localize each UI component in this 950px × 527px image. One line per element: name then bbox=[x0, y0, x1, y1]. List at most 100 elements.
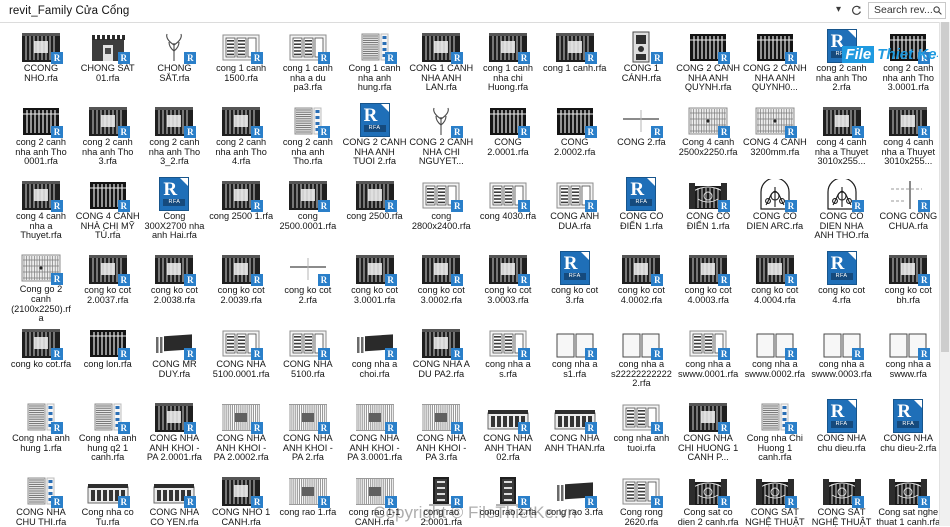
file-item[interactable]: RCỔNG CO DIEN ARC.rfa bbox=[742, 175, 808, 249]
file-item[interactable]: RCỔNG SẮT NGHỆ THUẬT 1 canh moi... bbox=[742, 471, 808, 527]
file-item[interactable]: Rcong nha a s222222222222.rfa bbox=[608, 323, 674, 397]
file-item[interactable]: Rcong 2500 1.rfa bbox=[208, 175, 274, 249]
file-item[interactable]: RCONG NHA ANH THAN 02.rfa bbox=[475, 397, 541, 471]
vertical-scrollbar[interactable] bbox=[939, 22, 950, 526]
file-item[interactable]: RCỔNG 2.0002.rfa bbox=[542, 101, 608, 175]
file-item[interactable]: RCONG 2 CANH NHA ANH QUYNH0... bbox=[742, 27, 808, 101]
file-item[interactable]: RRFACong 300X2700 nha anh Hai.rfa bbox=[141, 175, 207, 249]
file-item[interactable]: Rcong ko cot 2.rfa bbox=[275, 249, 341, 323]
file-item[interactable]: RCONG NHA CHU THI.rfa bbox=[8, 471, 74, 527]
file-item[interactable]: RCong 1 canh nha anh hung.rfa bbox=[342, 27, 408, 101]
file-item[interactable]: Rcong nha a s1.rfa bbox=[542, 323, 608, 397]
file-item[interactable]: RCONG ANH DUA.rfa bbox=[542, 175, 608, 249]
file-item[interactable]: Rcong nha a s.rfa bbox=[475, 323, 541, 397]
file-item[interactable]: Rcong ko cot 3.0002.rfa bbox=[408, 249, 474, 323]
file-item[interactable]: Rcong rao 3.rfa bbox=[542, 471, 608, 527]
scrollbar-thumb[interactable] bbox=[941, 22, 949, 352]
file-item[interactable]: RCong sat co dien 2 canh.rfa bbox=[675, 471, 741, 527]
file-item[interactable]: RRFAcong ko cot 4.rfa bbox=[809, 249, 875, 323]
file-item[interactable]: Rcong ko cot 4.0002.rfa bbox=[608, 249, 674, 323]
file-item[interactable]: Rcong 2 canh nha anh Tho 3_2.rfa bbox=[141, 101, 207, 175]
file-item[interactable]: RCong nha Chi Huong 1 canh.rfa bbox=[742, 397, 808, 471]
file-item[interactable]: RCONG NHA ANH KHOI - PA 2.0001.rfa bbox=[141, 397, 207, 471]
file-item[interactable]: Rcong 1 canh nha chi Huong.rfa bbox=[475, 27, 541, 101]
file-item[interactable]: RCong nha co Tu.rfa bbox=[75, 471, 141, 527]
file-item[interactable]: Rcong ko cot 3.0003.rfa bbox=[475, 249, 541, 323]
file-item[interactable]: Rcong 2 canh nha anh Tho 4.rfa bbox=[208, 101, 274, 175]
file-item[interactable]: RCONG NHO 1 CANH.rfa bbox=[208, 471, 274, 527]
file-item[interactable]: RCONG 1 CANH NHA ANH LAN.rfa bbox=[408, 27, 474, 101]
file-item[interactable]: Rcong rao 1-1 CANH.rfa bbox=[342, 471, 408, 527]
file-item[interactable]: RCONG NHA ANH KHOI - PA 2.0002.rfa bbox=[208, 397, 274, 471]
file-item[interactable]: RRFACONG CỔ ĐIỂN 1.rfa bbox=[608, 175, 674, 249]
file-item[interactable]: Rcong ko cot 2.0038.rfa bbox=[141, 249, 207, 323]
file-item[interactable]: Rcong ko cot 3.0001.rfa bbox=[342, 249, 408, 323]
file-item[interactable]: RCỔNG SẮT NGHỆ THUẬT 1 canh moi... bbox=[809, 471, 875, 527]
file-item[interactable]: Rcong 4 canh nha a Thuyet 3010x255... bbox=[809, 101, 875, 175]
file-item[interactable]: RCHONG SAT 01.rfa bbox=[75, 27, 141, 101]
file-item[interactable]: Rcong 2 canh nha anh Tho 0001.rfa bbox=[8, 101, 74, 175]
file-item[interactable]: RCONG NHA ANH THAN.rfa bbox=[542, 397, 608, 471]
file-item[interactable]: RCỔNG MR DUY.rfa bbox=[141, 323, 207, 397]
file-item[interactable]: RCONG NHA A DU PA2.rfa bbox=[408, 323, 474, 397]
file-item[interactable]: Rcong nha a choi.rfa bbox=[342, 323, 408, 397]
file-item[interactable]: Rcong nha anh tuoi.rfa bbox=[608, 397, 674, 471]
file-item[interactable]: Rcong 2500.0001.rfa bbox=[275, 175, 341, 249]
file-item[interactable]: RCong 4 canh 2500x2250.rfa bbox=[675, 101, 741, 175]
file-item[interactable]: Rcong ko cot.rfa bbox=[8, 323, 74, 397]
file-item[interactable]: Rcong 4 canh nha a Thuyet 3010x255... bbox=[875, 101, 941, 175]
file-item[interactable]: Rcong 2800x2400.rfa bbox=[408, 175, 474, 249]
file-item[interactable]: RCONG NHA 5100.0001.rfa bbox=[208, 323, 274, 397]
file-item[interactable]: RCCONG NHO.rfa bbox=[8, 27, 74, 101]
file-item[interactable]: RCONG NHA ANH KHOI - PA 3.rfa bbox=[408, 397, 474, 471]
file-item[interactable]: Rcong rao 1.rfa bbox=[275, 471, 341, 527]
breadcrumb[interactable]: revit_Family Cửa Cổng bbox=[0, 5, 129, 17]
file-item[interactable]: RCong go 2 canh (2100x2250).rfa bbox=[8, 249, 74, 323]
file-item[interactable]: Rcong nha a swww.0002.rfa bbox=[742, 323, 808, 397]
file-item[interactable]: RCONG CONG CHUA.rfa bbox=[875, 175, 941, 249]
file-item[interactable]: Rcong nha a swww.0003.rfa bbox=[809, 323, 875, 397]
file-item[interactable]: Rcong 4 canh nha a Thuyet.rfa bbox=[8, 175, 74, 249]
file-item[interactable]: RCONG 4 CANH 3200mm.rfa bbox=[742, 101, 808, 175]
file-item[interactable]: Rcong 2 canh nha anh Tho.rfa bbox=[275, 101, 341, 175]
file-item[interactable]: RRFACONG 2 CANH NHA ANH TUOI 2.rfa bbox=[342, 101, 408, 175]
file-item[interactable]: RCONG NHA CO YEN.rfa bbox=[141, 471, 207, 527]
file-item[interactable]: Rcong rao 2.rfa bbox=[475, 471, 541, 527]
file-item[interactable]: Rcong ko cot 2.0039.rfa bbox=[208, 249, 274, 323]
file-item[interactable]: RCong rong 2620.rfa bbox=[608, 471, 674, 527]
file-item[interactable]: RRFAcong ko cot 3.rfa bbox=[542, 249, 608, 323]
file-item[interactable]: RCONG NHA 5100.rfa bbox=[275, 323, 341, 397]
file-item[interactable]: RCONG 2 CANH NHA ANH QUYNH.rfa bbox=[675, 27, 741, 101]
file-item[interactable]: RCong nha anh hung 1.rfa bbox=[8, 397, 74, 471]
file-item[interactable]: Rcong nha a swww.0001.rfa bbox=[675, 323, 741, 397]
refresh-icon[interactable] bbox=[850, 1, 863, 19]
chevron-down-icon[interactable]: ▾ bbox=[832, 1, 845, 19]
file-item[interactable]: Rcong 2500.rfa bbox=[342, 175, 408, 249]
file-item[interactable]: RCỔNG CỔ ĐIỂN 1.rfa bbox=[675, 175, 741, 249]
file-item[interactable]: RCONG NHA ANH KHOI - PA 3.0001.rfa bbox=[342, 397, 408, 471]
file-item[interactable]: RCONG 2 CANH NHA CHI NGUYET... bbox=[408, 101, 474, 175]
file-item[interactable]: RCỔNG CO DIEN NHA ANH THO.rfa bbox=[809, 175, 875, 249]
file-item[interactable]: Rcong 2 canh nha anh Tho 3.0001.rfa bbox=[875, 27, 941, 101]
file-item[interactable]: RRFACONG NHA chu dieu-2.rfa bbox=[875, 397, 941, 471]
file-item[interactable]: RCONG NHA CHI HUONG 1 CANH P... bbox=[675, 397, 741, 471]
file-item[interactable]: RCỔNG 2.rfa bbox=[608, 101, 674, 175]
file-item[interactable]: RRFAcong 2 canh nha anh Tho 2.rfa bbox=[809, 27, 875, 101]
file-item[interactable]: RCHỐNG SẮT.rfa bbox=[141, 27, 207, 101]
file-item[interactable]: RCONG NHA ANH KHOI - PA 2.rfa bbox=[275, 397, 341, 471]
file-item[interactable]: Rcong 1 canh.rfa bbox=[542, 27, 608, 101]
file-item[interactable]: Rcong ko cot 4.0003.rfa bbox=[675, 249, 741, 323]
file-item[interactable]: Rcong ko cot 4.0004.rfa bbox=[742, 249, 808, 323]
file-item[interactable]: RCỔNG 1 CÁNH.rfa bbox=[608, 27, 674, 101]
file-item[interactable]: Rcong ko cot bh.rfa bbox=[875, 249, 941, 323]
file-list-view[interactable]: File Thiet Ke .vn RCCONG NHO.rfa RCHONG … bbox=[0, 23, 950, 527]
file-item[interactable]: Rcong 4030.rfa bbox=[475, 175, 541, 249]
file-item[interactable]: RCỔNG 2.0001.rfa bbox=[475, 101, 541, 175]
file-item[interactable]: Rcong ko cot 2.0037.rfa bbox=[75, 249, 141, 323]
file-item[interactable]: RCong nha anh hung q2 1 canh.rfa bbox=[75, 397, 141, 471]
file-item[interactable]: Rcong 2 canh nha anh Tho 3.rfa bbox=[75, 101, 141, 175]
file-item[interactable]: RRFACONG NHA chu dieu.rfa bbox=[809, 397, 875, 471]
file-item[interactable]: RCONG 4 CÁNH NHÀ CHỊ MỸ TÚ.rfa bbox=[75, 175, 141, 249]
file-item[interactable]: Rcong rao 2.0001.rfa bbox=[408, 471, 474, 527]
file-item[interactable]: Rcong 1 canh nha a du pa3.rfa bbox=[275, 27, 341, 101]
